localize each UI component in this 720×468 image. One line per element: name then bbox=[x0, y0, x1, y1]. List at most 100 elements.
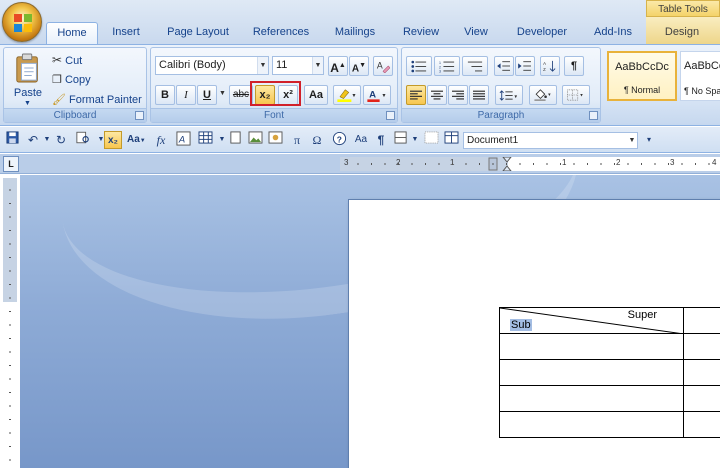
document-selector[interactable]: Document1 ▼ bbox=[463, 132, 638, 149]
symbol-icon[interactable]: Ω bbox=[308, 131, 326, 149]
increase-indent-icon bbox=[518, 61, 531, 71]
ruler-row: L 3 2 1 1 2 3 4 bbox=[0, 154, 720, 174]
clip-art-icon[interactable] bbox=[266, 131, 284, 149]
multilevel-list-button[interactable] bbox=[462, 56, 488, 76]
underline-dropdown-icon[interactable]: ▼ bbox=[219, 90, 226, 97]
table-insert-icon[interactable] bbox=[442, 131, 460, 149]
chevron-down-icon[interactable]: ▼ bbox=[257, 57, 268, 74]
line-spacing-icon: ▼ bbox=[499, 89, 519, 101]
ribbon: Paste ▼ ✂ Cut ❐ Copy 🖌 Format Painter Cl… bbox=[0, 44, 720, 126]
font-color-icon: A ▼ bbox=[367, 90, 387, 103]
svg-text:A: A bbox=[543, 61, 546, 66]
horizontal-ruler[interactable]: 3 2 1 1 2 3 4 bbox=[340, 156, 720, 172]
tab-page-layout[interactable]: Page Layout bbox=[160, 22, 236, 44]
style-inspector-icon[interactable]: A bbox=[174, 131, 192, 149]
save-icon[interactable] bbox=[3, 131, 21, 149]
align-left-button[interactable] bbox=[406, 85, 426, 105]
show-formatting-button[interactable]: ¶ bbox=[564, 56, 584, 76]
numbering-button[interactable]: 1 2 3 bbox=[434, 56, 460, 76]
underline-button[interactable]: U bbox=[197, 85, 217, 105]
tab-mailings[interactable]: Mailings bbox=[326, 22, 384, 44]
justify-button[interactable] bbox=[469, 85, 489, 105]
tab-selector[interactable]: L bbox=[3, 156, 19, 172]
sub-text-selected[interactable]: Sub bbox=[510, 319, 532, 331]
table-cell[interactable] bbox=[499, 333, 684, 360]
qat-aa-icon[interactable]: Aa bbox=[352, 131, 370, 149]
grow-font-icon: A bbox=[330, 61, 339, 75]
font-launcher-icon[interactable] bbox=[386, 111, 395, 120]
tab-view[interactable]: View bbox=[456, 22, 496, 44]
borders-button[interactable]: ▼ bbox=[562, 85, 590, 105]
shrink-font-button[interactable]: A▼ bbox=[349, 56, 369, 76]
tab-developer[interactable]: Developer bbox=[510, 22, 574, 44]
font-color-button[interactable]: A ▼ bbox=[363, 85, 391, 105]
table-cell[interactable] bbox=[683, 307, 720, 334]
qat-change-case-icon[interactable]: Aa▼ bbox=[127, 131, 146, 149]
change-case-button[interactable]: Aa bbox=[304, 85, 328, 105]
bullets-button[interactable] bbox=[406, 56, 432, 76]
tab-home[interactable]: Home bbox=[46, 22, 98, 44]
paste-dropdown-icon[interactable]: ▼ bbox=[24, 100, 31, 107]
increase-indent-button[interactable] bbox=[515, 56, 535, 76]
chevron-down-icon[interactable]: ▼ bbox=[627, 133, 637, 148]
vertical-ruler[interactable] bbox=[3, 178, 17, 468]
paragraph-launcher-icon[interactable] bbox=[589, 111, 598, 120]
qat-pilcrow-icon[interactable]: ¶ bbox=[372, 131, 390, 149]
italic-button[interactable]: I bbox=[176, 85, 196, 105]
decrease-indent-button[interactable] bbox=[494, 56, 514, 76]
tab-insert[interactable]: Insert bbox=[104, 22, 148, 44]
print-preview-icon[interactable] bbox=[74, 131, 92, 149]
qat-aa-label: Aa bbox=[354, 134, 368, 145]
document-page[interactable]: Super Sub bbox=[348, 199, 720, 468]
table-cell[interactable] bbox=[683, 359, 720, 386]
table-cell[interactable] bbox=[499, 359, 684, 386]
help-icon[interactable]: ? bbox=[330, 131, 348, 149]
align-right-button[interactable] bbox=[448, 85, 468, 105]
tab-review[interactable]: Review bbox=[396, 22, 446, 44]
copy-button[interactable]: ❐ Copy bbox=[52, 70, 91, 90]
picture-icon[interactable] bbox=[246, 131, 264, 149]
customize-qat-icon[interactable]: ▾ bbox=[640, 131, 658, 149]
shading-button[interactable]: ▼ bbox=[529, 85, 557, 105]
table-cell[interactable] bbox=[683, 411, 720, 438]
style-no-spacing[interactable]: AaBbCc ¶ No Spa bbox=[680, 51, 720, 101]
highlighter-icon: ▼ bbox=[337, 89, 357, 103]
table-cell[interactable] bbox=[683, 385, 720, 412]
grow-font-button[interactable]: A▲ bbox=[328, 56, 348, 76]
office-button[interactable] bbox=[2, 2, 42, 42]
align-center-button[interactable] bbox=[427, 85, 447, 105]
redo-icon[interactable]: ↻ bbox=[52, 131, 70, 149]
line-spacing-button[interactable]: ▼ bbox=[495, 85, 523, 105]
table-cell-diagonal[interactable]: Super Sub bbox=[499, 307, 684, 334]
copy-label: Copy bbox=[64, 74, 91, 86]
table-cell[interactable] bbox=[499, 385, 684, 412]
style-normal[interactable]: AaBbCcDc ¶ Normal bbox=[607, 51, 677, 101]
align-right-icon bbox=[452, 90, 464, 100]
cut-button[interactable]: ✂ Cut bbox=[52, 50, 82, 70]
tab-references[interactable]: References bbox=[246, 22, 316, 44]
borders-icon: ▼ bbox=[567, 89, 584, 101]
gridlines-icon[interactable] bbox=[422, 131, 440, 149]
chevron-down-icon[interactable]: ▼ bbox=[312, 57, 323, 74]
qat-subscript-icon[interactable]: x₂ bbox=[104, 131, 122, 149]
clear-formatting-button[interactable]: A bbox=[373, 56, 393, 76]
table-cell[interactable] bbox=[683, 333, 720, 360]
svg-text:▼: ▼ bbox=[514, 94, 519, 99]
tab-add-ins[interactable]: Add-Ins bbox=[586, 22, 640, 44]
table-cell[interactable] bbox=[499, 411, 684, 438]
clipboard-launcher-icon[interactable] bbox=[135, 111, 144, 120]
sort-button[interactable]: AZ bbox=[540, 56, 560, 76]
cut-label: Cut bbox=[65, 55, 83, 67]
paste-button[interactable]: Paste ▼ bbox=[8, 50, 48, 108]
bold-button[interactable]: B bbox=[155, 85, 175, 105]
page-icon[interactable] bbox=[226, 131, 244, 149]
format-painter-button[interactable]: 🖌 Format Painter bbox=[52, 90, 142, 110]
table-icon[interactable] bbox=[196, 131, 214, 149]
font-size-combo[interactable]: 11 ▼ bbox=[272, 56, 324, 75]
text-highlight-button[interactable]: ▼ bbox=[333, 85, 361, 105]
insert-function-icon[interactable]: fx bbox=[152, 131, 170, 149]
tab-design[interactable]: Design bbox=[652, 22, 712, 44]
document-table[interactable]: Super Sub bbox=[499, 307, 720, 438]
equation-icon[interactable]: π bbox=[288, 131, 306, 149]
font-name-combo[interactable]: Calibri (Body) ▼ bbox=[155, 56, 269, 75]
